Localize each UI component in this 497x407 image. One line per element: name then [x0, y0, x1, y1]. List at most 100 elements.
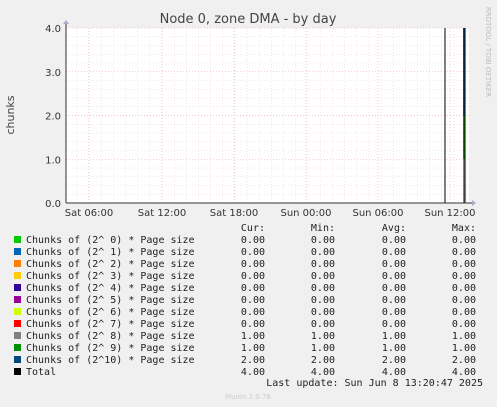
legend-swatch — [14, 248, 21, 255]
legend-series-name: Chunks of (2^ 3) * Page size — [26, 271, 195, 282]
x-tick-label: Sat 06:00 — [65, 208, 113, 219]
legend-swatch — [14, 332, 21, 339]
y-axis-arrow — [63, 20, 69, 24]
x-tick-labels: Sat 06:00 Sat 12:00 Sat 18:00 Sun 00:00 Sun … — [65, 208, 476, 219]
legend-swatch — [14, 296, 21, 303]
legend-value-avg: 1.00 — [382, 343, 406, 354]
legend-series-name: Chunks of (2^ 8) * Page size — [26, 331, 195, 342]
legend-value-max: 0.00 — [452, 307, 476, 318]
legend-value-max: 0.00 — [452, 283, 476, 294]
legend-value-min: 0.00 — [311, 247, 335, 258]
legend-value-avg: 0.00 — [382, 283, 406, 294]
legend-series-name: Total — [26, 367, 56, 378]
legend-swatch — [14, 368, 21, 375]
legend-swatch — [14, 272, 21, 279]
last-update: Last update: Sun Jun 8 13:20:47 2025 — [266, 378, 483, 389]
legend-value-max: 0.00 — [452, 295, 476, 306]
legend-column-header: Min: — [311, 223, 335, 234]
legend-value-cur: 0.00 — [241, 271, 265, 282]
legend-swatch — [14, 284, 21, 291]
legend-value-cur: 0.00 — [241, 319, 265, 330]
legend-value-min: 2.00 — [311, 355, 335, 366]
legend-value-max: 2.00 — [452, 355, 476, 366]
legend-value-avg: 4.00 — [382, 367, 406, 378]
legend-value-max: 0.00 — [452, 259, 476, 270]
y-tick-labels: 0.0 1.0 2.0 3.0 4.0 — [45, 24, 61, 210]
legend-value-min: 0.00 — [311, 319, 335, 330]
legend-value-min: 0.00 — [311, 307, 335, 318]
legend-value-cur: 0.00 — [241, 295, 265, 306]
legend-value-min: 1.00 — [311, 331, 335, 342]
legend-value-avg: 0.00 — [382, 319, 406, 330]
x-tick-label: Sun 06:00 — [352, 208, 403, 219]
legend-series-name: Chunks of (2^10) * Page size — [26, 355, 195, 366]
legend-value-max: 4.00 — [452, 367, 476, 378]
chart: Node 0, zone DMA - by day chunks RRDTOOL… — [4, 7, 492, 401]
legend-series-name: Chunks of (2^ 2) * Page size — [26, 259, 195, 270]
grid-lines — [66, 27, 469, 204]
legend-value-avg: 0.00 — [382, 247, 406, 258]
legend-value-cur: 0.00 — [241, 235, 265, 246]
legend-swatch — [14, 344, 21, 351]
legend-value-avg: 2.00 — [382, 355, 406, 366]
legend-value-min: 0.00 — [311, 295, 335, 306]
legend-column-header: Cur: — [241, 223, 265, 234]
legend-value-min: 1.00 — [311, 343, 335, 354]
legend-value-avg: 0.00 — [382, 295, 406, 306]
legend-value-avg: 0.00 — [382, 307, 406, 318]
x-tick-label: Sun 12:00 — [424, 208, 475, 219]
legend-series-name: Chunks of (2^ 5) * Page size — [26, 295, 195, 306]
legend-value-cur: 1.00 — [241, 331, 265, 342]
legend-value-cur: 4.00 — [241, 367, 265, 378]
legend-value-cur: 0.00 — [241, 283, 265, 294]
y-axis-label: chunks — [4, 95, 17, 134]
legend-value-cur: 0.00 — [241, 259, 265, 270]
x-axis-arrow — [472, 200, 476, 206]
legend-value-max: 1.00 — [452, 331, 476, 342]
legend-value-avg: 0.00 — [382, 235, 406, 246]
x-tick-label: Sun 00:00 — [280, 208, 331, 219]
legend-series-name: Chunks of (2^ 7) * Page size — [26, 319, 195, 330]
y-tick-label: 2.0 — [45, 112, 61, 123]
legend-value-cur: 2.00 — [241, 355, 265, 366]
legend-series-name: Chunks of (2^ 6) * Page size — [26, 307, 195, 318]
munin-footer: Munin 2.0.76 — [225, 393, 271, 401]
legend-swatch — [14, 260, 21, 267]
legend-swatch — [14, 356, 21, 363]
legend-value-min: 4.00 — [311, 367, 335, 378]
legend-series-name: Chunks of (2^ 1) * Page size — [26, 247, 195, 258]
legend-value-avg: 0.00 — [382, 259, 406, 270]
legend-value-cur: 0.00 — [241, 307, 265, 318]
y-tick-label: 0.0 — [45, 199, 61, 210]
legend-series-name: Chunks of (2^ 4) * Page size — [26, 283, 195, 294]
legend-swatch — [14, 308, 21, 315]
legend-value-min: 0.00 — [311, 283, 335, 294]
legend-header: Cur: Min: Avg: Max: — [241, 223, 476, 234]
y-tick-label: 4.0 — [45, 24, 61, 35]
legend-value-max: 0.00 — [452, 271, 476, 282]
legend-series-name: Chunks of (2^ 0) * Page size — [26, 235, 195, 246]
legend-value-max: 0.00 — [452, 319, 476, 330]
x-tick-label: Sat 18:00 — [210, 208, 258, 219]
legend-value-cur: 1.00 — [241, 343, 265, 354]
legend-value-avg: 1.00 — [382, 331, 406, 342]
legend-swatch — [14, 320, 21, 327]
legend-column-header: Max: — [452, 223, 476, 234]
rrdtool-credit: RRDTOOL / TOBI OETIKER — [484, 7, 492, 97]
legend-swatch — [14, 236, 21, 243]
chart-title: Node 0, zone DMA - by day — [160, 12, 337, 27]
legend-value-min: 0.00 — [311, 271, 335, 282]
legend: Chunks of (2^ 0) * Page size 0.00 0.00 0.00… — [14, 235, 476, 378]
x-tick-label: Sat 12:00 — [138, 208, 186, 219]
legend-value-max: 1.00 — [452, 343, 476, 354]
legend-value-max: 0.00 — [452, 247, 476, 258]
legend-series-name: Chunks of (2^ 9) * Page size — [26, 343, 195, 354]
legend-value-min: 0.00 — [311, 259, 335, 270]
legend-value-avg: 0.00 — [382, 271, 406, 282]
legend-value-max: 0.00 — [452, 235, 476, 246]
y-tick-label: 1.0 — [45, 155, 61, 166]
legend-value-min: 0.00 — [311, 235, 335, 246]
y-tick-label: 3.0 — [45, 68, 61, 79]
legend-value-cur: 0.00 — [241, 247, 265, 258]
legend-column-header: Avg: — [382, 223, 406, 234]
